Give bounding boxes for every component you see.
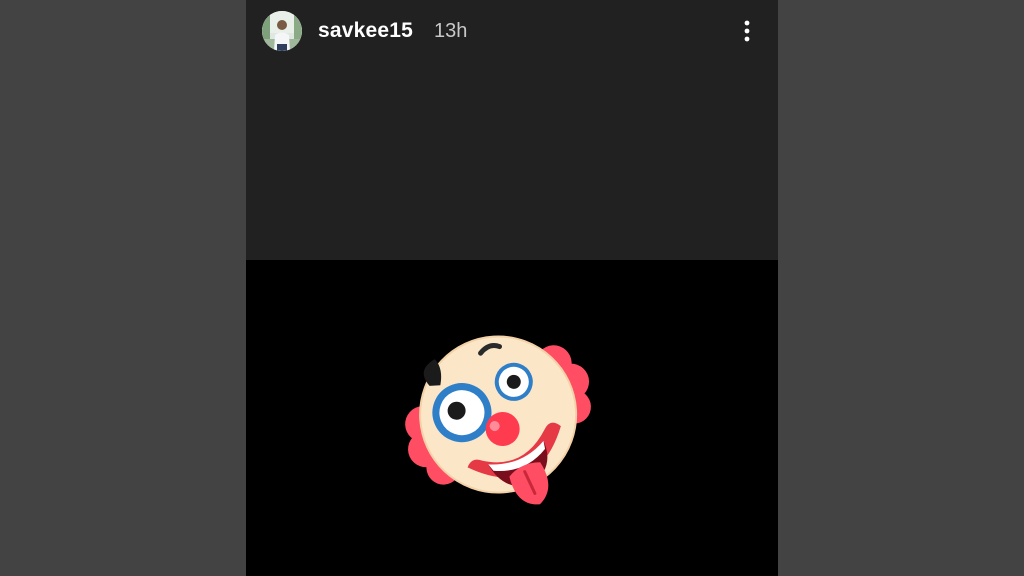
time-ago: 13h bbox=[434, 20, 468, 42]
clown-sticker[interactable] bbox=[376, 280, 616, 520]
avatar[interactable] bbox=[262, 11, 302, 51]
clown-face-icon bbox=[405, 335, 591, 505]
more-vertical-icon bbox=[744, 20, 750, 42]
story-header: savkee15 13h bbox=[246, 0, 778, 64]
viewer-background: savkee15 13h bbox=[0, 0, 1024, 576]
username[interactable]: savkee15 bbox=[318, 19, 413, 43]
more-options-button[interactable] bbox=[736, 16, 758, 46]
story-frame[interactable]: savkee15 13h bbox=[246, 0, 778, 576]
profile-photo-icon bbox=[262, 11, 302, 51]
